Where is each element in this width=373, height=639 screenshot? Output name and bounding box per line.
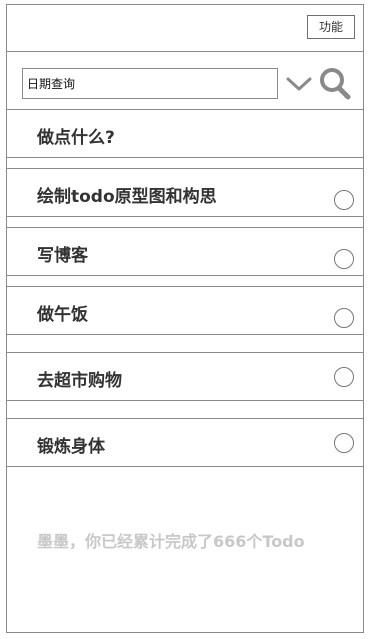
new-todo-input[interactable]: 做点什么? (37, 123, 115, 148)
divider (6, 275, 364, 276)
divider (6, 157, 364, 158)
chevron-down-icon[interactable] (286, 72, 312, 94)
function-button[interactable]: 功能 (307, 15, 355, 39)
divider (6, 352, 364, 353)
divider (6, 400, 364, 401)
todo-complete-checkbox[interactable] (334, 190, 354, 210)
divider (6, 168, 364, 169)
divider (6, 466, 364, 467)
todo-complete-checkbox[interactable] (334, 367, 354, 387)
todo-complete-checkbox[interactable] (334, 433, 354, 453)
search-divider (6, 109, 364, 110)
todo-item-label: 锻炼身体 (37, 437, 105, 457)
search-icon[interactable] (319, 66, 351, 100)
todo-complete-checkbox[interactable] (334, 308, 354, 328)
divider (6, 227, 364, 228)
divider (6, 418, 364, 419)
divider (6, 286, 364, 287)
divider (6, 216, 364, 217)
date-search-input[interactable] (22, 68, 278, 99)
todo-complete-checkbox[interactable] (334, 249, 354, 269)
todo-item-label: 做午饭 (37, 305, 88, 325)
todo-item-label: 写博客 (37, 246, 88, 266)
todo-item-label: 绘制todo原型图和构思 (37, 187, 217, 207)
completion-summary: 墨墨，你已经累计完成了666个Todo (37, 532, 305, 551)
todo-item-label: 去超市购物 (37, 371, 122, 391)
divider (6, 334, 364, 335)
header-divider (6, 51, 364, 52)
